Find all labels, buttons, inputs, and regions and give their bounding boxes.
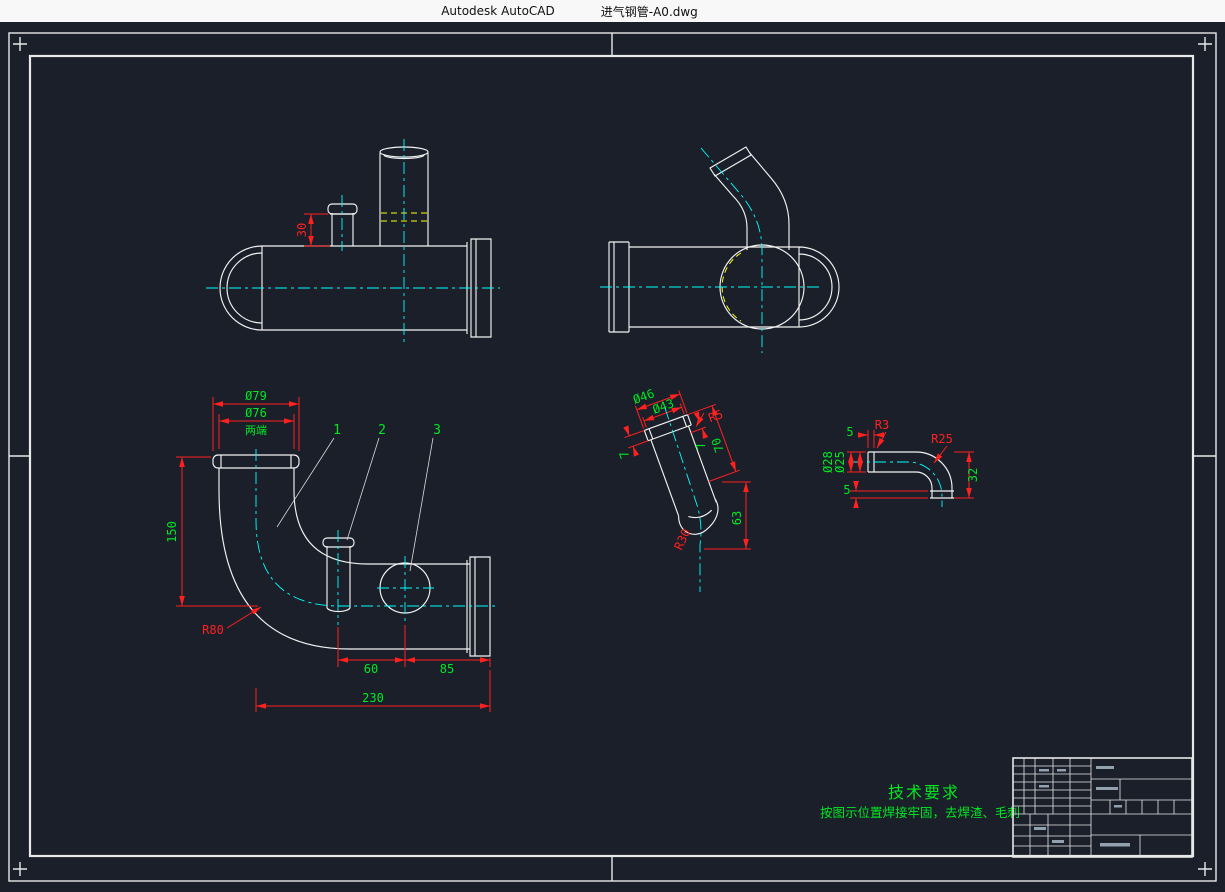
side-view: [600, 147, 839, 353]
branch-pipe-view: Ø46 Ø43 7 70 7 R5 63 R30: [599, 367, 758, 592]
notes-title: 技术要求: [888, 783, 960, 802]
dim-r25: R25: [931, 432, 953, 446]
document-name: 进气钢管-A0.dwg: [601, 3, 698, 20]
dim-150: 150: [165, 521, 179, 543]
dim-r30: R30: [671, 527, 693, 553]
app-title: Autodesk AutoCAD: [441, 4, 555, 18]
technical-notes: 技术要求 按图示位置焊接牢固，去焊渣、毛刺: [820, 783, 1020, 820]
dim-dia76: Ø76: [245, 406, 267, 420]
window-titlebar: Autodesk AutoCAD 进气钢管-A0.dwg: [0, 0, 1225, 22]
small-elbow-view: 5 R3 R25 Ø28 Ø25 5 32: [821, 418, 980, 508]
cad-viewport[interactable]: 30 1 2 3 Ø79 Ø76 两端 150 R80 60 85 230: [0, 22, 1225, 892]
dim-dia25: Ø25: [833, 451, 847, 473]
dim-63: 63: [730, 511, 744, 525]
notes-line1: 按图示位置焊接牢固，去焊渣、毛刺: [820, 805, 1020, 820]
dim-7-left: 7: [617, 449, 633, 461]
dim-r3: R3: [875, 418, 889, 432]
front-view: 30: [206, 139, 500, 346]
dim-32: 32: [966, 468, 980, 482]
title-block: [1013, 758, 1192, 857]
autocad-window: { "titlebar": {"app_name": "Autodesk Aut…: [0, 0, 1225, 892]
dim-5-bottom: 5: [843, 483, 850, 497]
dim-5-top: 5: [846, 425, 853, 439]
dim-r80: R80: [202, 623, 224, 637]
dim-7-right: 7: [693, 440, 709, 452]
dim-85: 85: [440, 662, 454, 676]
balloon-2: 2: [378, 423, 386, 438]
dim-30: 30: [295, 223, 309, 237]
balloon-1: 1: [333, 423, 341, 438]
dim-230: 230: [362, 691, 384, 705]
dim-dia79: Ø79: [245, 389, 267, 403]
both-ends-label: 两端: [245, 424, 267, 437]
dim-60: 60: [364, 662, 378, 676]
balloon-3: 3: [433, 423, 441, 438]
dim-r5: R5: [707, 407, 725, 425]
main-elbow-view: 1 2 3 Ø79 Ø76 两端 150 R80 60 85 230: [165, 389, 497, 712]
